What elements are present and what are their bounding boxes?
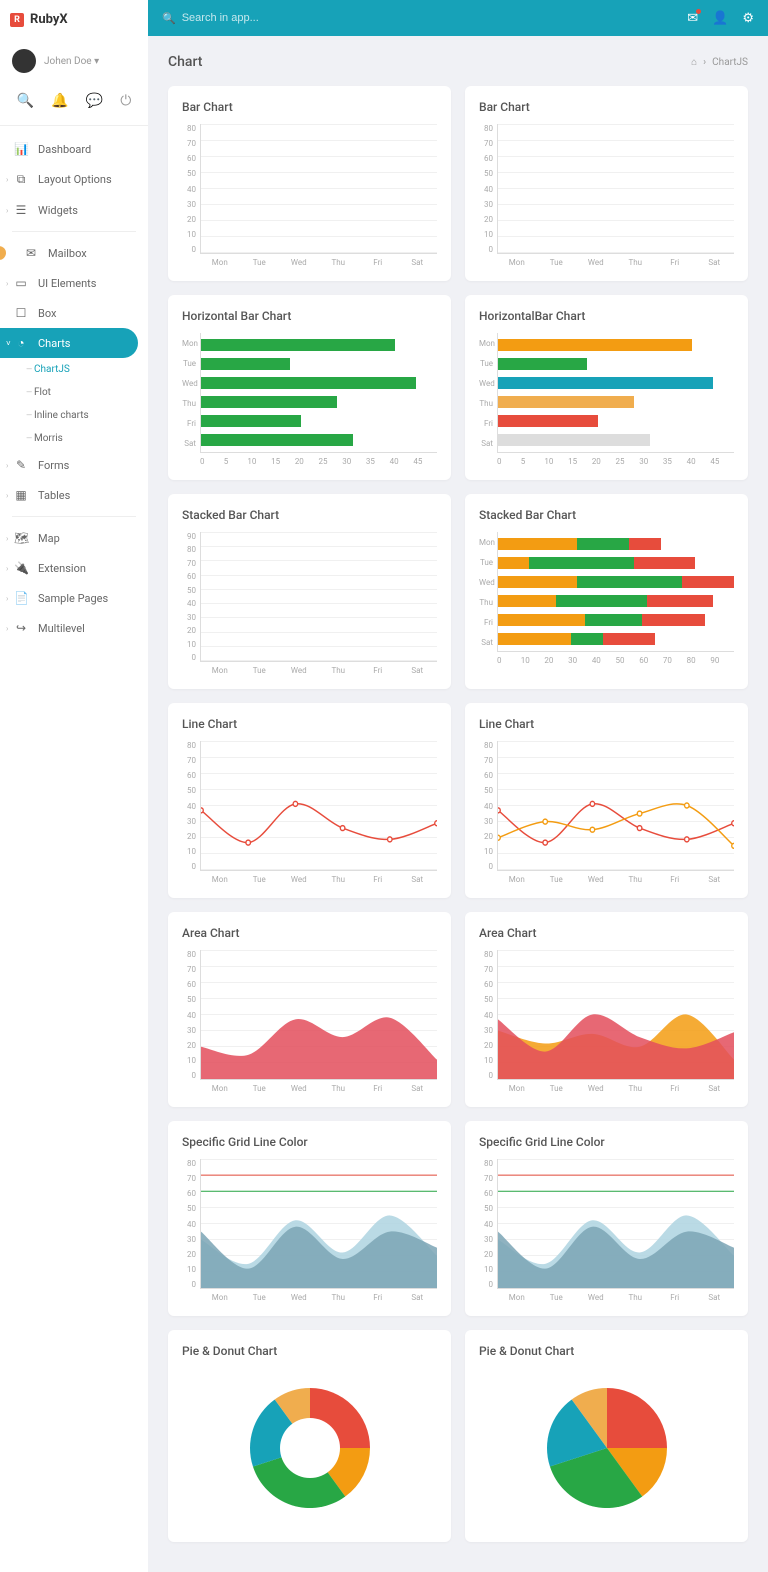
card-title: Bar Chart (182, 100, 437, 114)
card-line1: Line Chart 80706050403020100MonTueWedThu… (168, 703, 451, 898)
quick-icons: 🔍 🔔 💬 ⏻ (0, 83, 148, 126)
breadcrumb-current: ChartJS (712, 57, 748, 68)
layout-icon: ⧉ (14, 172, 28, 187)
box-icon: ☐ (14, 306, 28, 320)
nav-layout[interactable]: ›⧉Layout Options (0, 164, 148, 195)
nav-widgets[interactable]: ›☰Widgets (0, 195, 148, 225)
topbar-user-icon[interactable]: 👤 (712, 11, 728, 26)
card-bar1: Bar Chart 80706050403020100MonTueWedThuF… (168, 86, 451, 281)
logo[interactable]: R RubyX (0, 0, 148, 39)
nav-charts[interactable]: ˅◔Charts (0, 328, 138, 358)
card-stk1: Stacked Bar Chart 9080706050403020100Mon… (168, 494, 451, 689)
search-icon: 🔍 (162, 12, 176, 25)
ui-icon: ▭ (14, 276, 28, 290)
card-title: HorizontalBar Chart (479, 309, 734, 323)
nav-inline[interactable]: —Inline charts (20, 404, 148, 427)
user-menu[interactable]: Johen Doe ▾ (0, 39, 148, 83)
nav-multilevel[interactable]: ›↪Multilevel (0, 613, 148, 643)
pages-icon: 📄 (14, 591, 28, 605)
nav: 📊Dashboard ›⧉Layout Options ›☰Widgets ✉M… (0, 126, 148, 651)
card-title: Area Chart (479, 926, 734, 940)
card-hbar1: Horizontal Bar Chart MonTueWedThuFriSat0… (168, 295, 451, 480)
breadcrumb: ⌂ › ChartJS (691, 57, 748, 68)
forms-icon: ✎ (14, 458, 28, 472)
card-area2: Area Chart 80706050403020100MonTueWedThu… (465, 912, 748, 1107)
extension-icon: 🔌 (14, 561, 28, 575)
card-title: Bar Chart (479, 100, 734, 114)
card-hbar2: HorizontalBar Chart MonTueWedThuFriSat05… (465, 295, 748, 480)
nav-map[interactable]: ›🗺Map (0, 523, 148, 553)
card-title: Specific Grid Line Color (182, 1135, 437, 1149)
card-title: Line Chart (479, 717, 734, 731)
chat-icon[interactable]: 💬 (86, 93, 103, 109)
card-bar2: Bar Chart 80706050403020100MonTueWedThuF… (465, 86, 748, 281)
dashboard-icon: 📊 (14, 142, 28, 156)
charts-icon: ◔ (14, 336, 28, 350)
card-title: Stacked Bar Chart (479, 508, 734, 522)
tables-icon: ▦ (14, 488, 28, 502)
logo-icon: R (10, 13, 24, 27)
power-icon[interactable]: ⏻ (120, 93, 131, 109)
search-icon[interactable]: 🔍 (17, 93, 34, 109)
mail-icon: ✉ (24, 246, 38, 260)
card-area1: Area Chart 80706050403020100MonTueWedThu… (168, 912, 451, 1107)
main: 🔍 ✉ 👤 ⚙ Chart ⌂ › ChartJS Bar Chart 8070… (148, 0, 768, 1572)
nav-mailbox[interactable]: ✉Mailbox (0, 238, 148, 268)
nav-dashboard[interactable]: 📊Dashboard (0, 134, 148, 164)
nav-forms[interactable]: ›✎Forms (0, 450, 148, 480)
search-input[interactable] (182, 12, 688, 24)
card-title: Pie & Donut Chart (182, 1344, 437, 1358)
card-title: Area Chart (182, 926, 437, 940)
bell-icon[interactable]: 🔔 (51, 93, 68, 109)
nav-chartjs[interactable]: —ChartJS (20, 358, 148, 381)
nav-sample[interactable]: ›📄Sample Pages (0, 583, 148, 613)
logo-text: RubyX (30, 12, 68, 27)
search[interactable]: 🔍 (162, 12, 687, 25)
card-pie1: Pie & Donut Chart (168, 1330, 451, 1542)
avatar (12, 49, 36, 73)
nav-tables[interactable]: ›▦Tables (0, 480, 148, 510)
multilevel-icon: ↪ (14, 621, 28, 635)
page-title: Chart (168, 54, 202, 70)
card-pie2: Pie & Donut Chart (465, 1330, 748, 1542)
card-title: Specific Grid Line Color (479, 1135, 734, 1149)
topbar: 🔍 ✉ 👤 ⚙ (148, 0, 768, 36)
user-name: Johen Doe ▾ (44, 56, 99, 67)
topbar-mail-icon[interactable]: ✉ (687, 11, 698, 26)
card-grid2: Specific Grid Line Color 807060504030201… (465, 1121, 748, 1316)
card-line2: Line Chart 80706050403020100MonTueWedThu… (465, 703, 748, 898)
widgets-icon: ☰ (14, 203, 28, 217)
card-stk2: Stacked Bar Chart MonTueWedThuFriSat0102… (465, 494, 748, 689)
nav-ui[interactable]: ›▭UI Elements (0, 268, 148, 298)
map-icon: 🗺 (14, 531, 28, 545)
card-title: Stacked Bar Chart (182, 508, 437, 522)
breadcrumb-home[interactable]: ⌂ (691, 57, 697, 68)
card-title: Line Chart (182, 717, 437, 731)
topbar-settings-icon[interactable]: ⚙ (742, 11, 754, 26)
nav-extension[interactable]: ›🔌Extension (0, 553, 148, 583)
card-grid1: Specific Grid Line Color 807060504030201… (168, 1121, 451, 1316)
sidebar: R RubyX Johen Doe ▾ 🔍 🔔 💬 ⏻ 📊Dashboard ›… (0, 0, 148, 1572)
nav-box[interactable]: ☐Box (0, 298, 148, 328)
nav-morris[interactable]: —Morris (20, 427, 148, 450)
card-title: Horizontal Bar Chart (182, 309, 437, 323)
card-title: Pie & Donut Chart (479, 1344, 734, 1358)
nav-flot[interactable]: —Flot (20, 381, 148, 404)
